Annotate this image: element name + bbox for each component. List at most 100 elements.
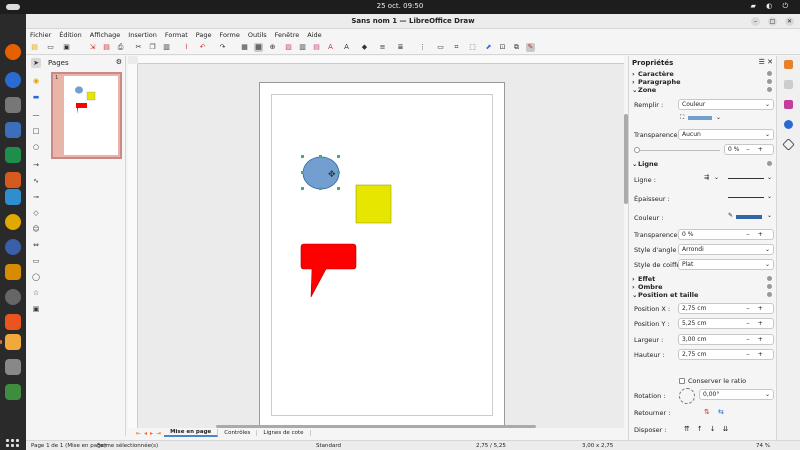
sidebar-menu-icon[interactable]: ☰ ✕	[759, 58, 773, 66]
redo-icon[interactable]: ↷	[218, 43, 227, 52]
rectangle-icon[interactable]: □	[31, 126, 41, 136]
distribute-icon[interactable]: ⋮	[418, 43, 427, 52]
undo-icon[interactable]: ↶	[198, 43, 207, 52]
text-box-icon[interactable]: A	[326, 43, 335, 52]
line-color-icon[interactable]: ▬	[31, 92, 41, 102]
minimize-button[interactable]: –	[751, 17, 760, 26]
shapes-deck-icon[interactable]	[782, 138, 795, 151]
firefox-icon[interactable]	[5, 44, 21, 60]
copy-icon[interactable]: ❐	[148, 43, 157, 52]
transformations-icon[interactable]: ◆	[360, 43, 369, 52]
grid-icon[interactable]: ▦	[240, 43, 249, 52]
calc-icon[interactable]	[5, 147, 21, 163]
conserver-ratio-checkbox[interactable]	[679, 378, 685, 384]
zoom-icon[interactable]: ⊕	[268, 43, 277, 52]
section-zone[interactable]: ⌄Zone	[632, 86, 774, 94]
new-icon[interactable]: ▤	[30, 43, 39, 52]
section-ligne[interactable]: ⌄Ligne	[632, 160, 774, 168]
menu-forme[interactable]: Forme	[220, 31, 240, 39]
flip-vertical-icon[interactable]: ⇅	[704, 408, 710, 416]
zone-transparence-select[interactable]: Aucun ⌄	[678, 129, 774, 140]
title-bar[interactable]: Sans nom 1 — LibreOffice Draw – □ ✕	[26, 14, 800, 29]
properties-deck-icon[interactable]	[784, 60, 793, 69]
image-icon[interactable]: ▨	[284, 43, 293, 52]
helplines-icon[interactable]: ▦	[254, 43, 263, 52]
gnome-icon[interactable]	[5, 264, 21, 280]
chart-icon[interactable]: ▥	[298, 43, 307, 52]
rotation-dial[interactable]	[679, 388, 695, 404]
fill-color-icon[interactable]: ◉	[31, 76, 41, 86]
tab-controles[interactable]: Contrôles	[218, 430, 258, 436]
horizontal-scrollbar[interactable]	[216, 425, 536, 428]
paste-icon[interactable]: ▥	[162, 43, 171, 52]
clock[interactable]: 25 oct. 09:50	[0, 2, 800, 10]
menu-edition[interactable]: Édition	[59, 31, 82, 39]
curve-icon[interactable]: ∿	[31, 176, 41, 186]
line-icon[interactable]: —	[31, 110, 41, 120]
flowchart-icon[interactable]: ▭	[31, 256, 41, 266]
3d-objects-icon[interactable]: ▣	[31, 304, 41, 314]
drawing-page[interactable]: ✥	[259, 82, 505, 428]
line-style-select[interactable]: ⇶ ⌄ ⌄	[704, 174, 774, 184]
callout-icon[interactable]: ◯	[31, 272, 41, 282]
open-icon[interactable]: ▭	[46, 43, 55, 52]
filter-icon[interactable]: ⬚	[468, 43, 477, 52]
menu-aide[interactable]: Aide	[307, 31, 321, 39]
crop-icon[interactable]: ⌗	[452, 43, 461, 52]
trash-icon[interactable]	[5, 384, 21, 400]
horizontal-ruler[interactable]	[138, 56, 624, 64]
drawing-canvas[interactable]: ✥	[128, 56, 624, 428]
clone-formatting-icon[interactable]: ⌇	[182, 43, 191, 52]
styles-deck-icon[interactable]	[784, 80, 793, 89]
align-icon[interactable]: ≡	[378, 43, 387, 52]
sync-icon[interactable]	[5, 239, 21, 255]
maximize-button[interactable]: □	[768, 17, 777, 26]
select-icon[interactable]: ➤	[31, 58, 41, 68]
usb-icon[interactable]	[5, 359, 21, 375]
libreoffice-icon[interactable]	[0, 334, 21, 350]
style-coiffe-select[interactable]: Plat ⌄	[678, 259, 774, 270]
symbol-shapes-icon[interactable]: ☺	[31, 224, 41, 234]
block-arrows-icon[interactable]: ⇔	[31, 240, 41, 250]
stars-icon[interactable]: ☆	[31, 288, 41, 298]
toggle-extrusion-icon[interactable]: ⧉	[512, 43, 521, 52]
section-paragraphe[interactable]: › Paragraphe	[632, 78, 774, 86]
tab-mise-en-page[interactable]: Mise en page	[164, 429, 219, 437]
hauteur-spin[interactable]: 2,75 cm –+	[678, 349, 774, 360]
menu-outils[interactable]: Outils	[248, 31, 267, 39]
draw-function-icon[interactable]: ✎	[526, 43, 535, 52]
rhythmbox-icon[interactable]	[5, 214, 21, 230]
fill-color-picker[interactable]: ⛶ ⌄	[678, 113, 748, 124]
gallery-deck-icon[interactable]	[784, 100, 793, 109]
flip-horizontal-icon[interactable]: ⇆	[718, 408, 724, 416]
impress-icon[interactable]	[5, 172, 21, 188]
ligne-transparence-spin[interactable]: 0 % –+	[678, 229, 774, 240]
save-icon[interactable]: ▣	[62, 43, 71, 52]
largeur-spin[interactable]: 3,00 cm –+	[678, 334, 774, 345]
gear-icon[interactable]: ⚙	[116, 58, 122, 66]
vertical-ruler[interactable]	[128, 64, 138, 428]
help-icon[interactable]	[5, 289, 21, 305]
show-apps-icon[interactable]	[6, 439, 20, 450]
glue-icon[interactable]: ⊡	[498, 43, 507, 52]
close-button[interactable]: ✕	[785, 17, 794, 26]
menu-page[interactable]: Page	[196, 31, 212, 39]
tab-lignes-de-cote[interactable]: Lignes de cote	[257, 430, 311, 436]
section-caractere[interactable]: › Caractère	[632, 70, 774, 78]
shadow-icon[interactable]: ▭	[436, 43, 445, 52]
navigator-deck-icon[interactable]	[784, 120, 793, 129]
section-ombre[interactable]: › Ombre	[632, 283, 774, 291]
cut-icon[interactable]: ✂	[134, 43, 143, 52]
transparency-slider[interactable]	[634, 146, 720, 154]
posx-spin[interactable]: 2,75 cm –+	[678, 303, 774, 314]
section-effet[interactable]: › Effet	[632, 275, 774, 283]
thunderbird-icon[interactable]	[5, 72, 21, 88]
fontwork-icon[interactable]: A	[342, 43, 351, 52]
arrange-buttons[interactable]: ⇈↑↓⇊	[684, 425, 735, 433]
page-thumbnail[interactable]: 1	[51, 72, 122, 159]
software-icon[interactable]	[5, 314, 21, 330]
basic-shapes-icon[interactable]: ◇	[31, 208, 41, 218]
arrow-icon[interactable]: →	[31, 160, 41, 170]
menu-insertion[interactable]: Insertion	[128, 31, 157, 39]
arrange-icon[interactable]: ≣	[396, 43, 405, 52]
